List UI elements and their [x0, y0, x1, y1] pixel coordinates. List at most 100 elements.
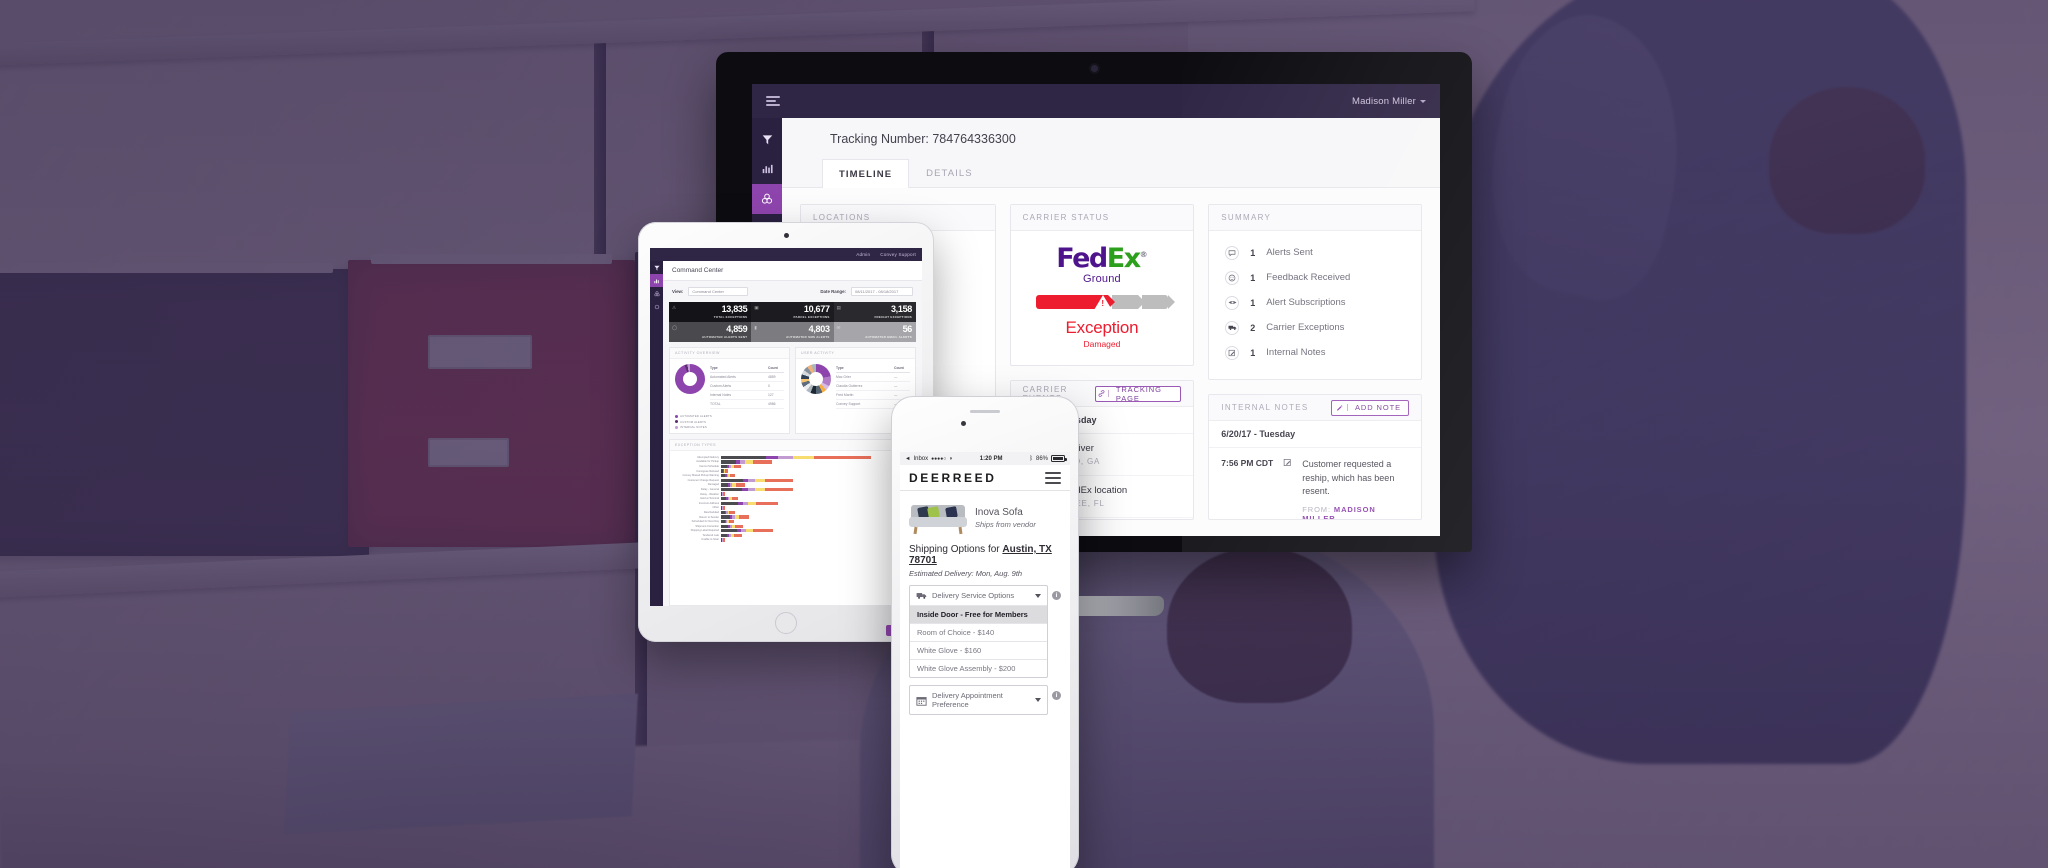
tablet-admin-menu[interactable]: Admin — [856, 252, 870, 257]
exception-bar-label: Available for Pickup — [696, 460, 719, 464]
kpi-label: FREIGHT EXCEPTIONS — [874, 315, 912, 319]
kpi-tile: ◯ 4,859 AUTOMATED ALERTS SENT — [669, 322, 752, 342]
view-value: Command Center — [692, 289, 724, 294]
activity-row: Automated Alerts 4859 — [710, 373, 784, 382]
date-range-input[interactable]: 08/11/2017 - 08/18/2017 — [851, 287, 913, 296]
exception-bar-label: Incorrect Address — [698, 501, 719, 505]
summary-row: 1 Alert Subscriptions — [1223, 290, 1407, 315]
view-select[interactable]: Command Center — [688, 287, 749, 296]
tablet-home-button[interactable] — [775, 612, 797, 634]
chevron-down-icon — [1035, 698, 1041, 702]
fedex-logo: FedEx® — [1056, 245, 1147, 272]
carrier-status-title: CARRIER STATUS — [1022, 213, 1110, 222]
phone-speaker — [970, 410, 1000, 413]
tablet-topbar: Admin Convey Support — [650, 248, 922, 261]
summary-count: 1 — [1250, 247, 1256, 258]
tab-timeline[interactable]: TIMELINE — [822, 159, 910, 188]
calendar-icon — [916, 696, 927, 706]
service-option[interactable]: White Glove Assembly - $200 — [910, 659, 1047, 677]
summary-count: 1 — [1250, 297, 1256, 308]
fedex-ex-text: Ex — [1106, 243, 1141, 274]
sidebar-item-shipments[interactable] — [752, 184, 782, 214]
status-time: 1:20 PM — [979, 455, 1003, 462]
exception-bars: Attempted Delivery3,148Available for Pic… — [670, 451, 915, 546]
exception-bar-track — [721, 496, 902, 501]
summary-count: 1 — [1250, 347, 1256, 358]
registered-mark: ® — [1139, 250, 1148, 259]
link-icon — [1096, 390, 1109, 397]
back-to-inbox[interactable]: ◄ — [905, 456, 910, 462]
exception-bar-segment — [733, 464, 742, 469]
add-note-button[interactable]: ADD NOTE — [1331, 399, 1409, 416]
user-menu[interactable]: Madison Miller — [1352, 96, 1426, 107]
carrier-status-label: Exception — [1065, 318, 1139, 337]
service-option[interactable]: White Glove - $160 — [910, 641, 1047, 659]
exception-bar-segment — [813, 455, 871, 459]
sidebar-item-filter[interactable] — [752, 124, 782, 154]
chevron-down-icon — [1420, 99, 1426, 103]
service-option[interactable]: Inside Door - Free for Members — [910, 605, 1047, 623]
date-range-value: 08/11/2017 - 08/18/2017 — [855, 289, 899, 294]
summary-label: Feedback Received — [1266, 272, 1351, 283]
tablet-sidebar-settings[interactable] — [650, 300, 663, 313]
exception-bar-segment — [748, 478, 756, 482]
exception-bar-label: Return to Sender — [699, 515, 719, 519]
summary-count: 1 — [1250, 272, 1256, 283]
kpi-tile: ✉ 56 AUTOMATED EMAIL ALERTS — [833, 322, 916, 342]
exception-bar-track — [721, 506, 903, 510]
tab-details[interactable]: DETAILS — [909, 158, 990, 187]
service-option[interactable]: Room of Choice - $140 — [910, 623, 1047, 641]
exception-bar-label: Shipment Correction — [695, 524, 719, 528]
exception-bar-label: Rescheduled — [703, 510, 719, 514]
phone-status-bar: ◄ Inbox ●●●●○ ◗ 1:20 PM ᛒ 86% — [900, 452, 1070, 465]
delivery-service-select[interactable]: Delivery Service Options Inside Door - F… — [909, 585, 1048, 678]
activity-table: Type Count Automated Alerts 4859 Custom Al… — [710, 364, 784, 409]
exception-bar-track — [721, 510, 902, 515]
activity-legend: AUTOMATED ALERTS CUSTOM ALERTS INTERNAL … — [670, 414, 789, 433]
exception-bar-segment — [729, 510, 735, 515]
exception-bar-label: Customer Change Request — [687, 478, 719, 482]
sms-icon: ▮ — [754, 325, 757, 330]
view-label: View: — [672, 289, 684, 294]
activity-overview-card: ACTIVITY OVERVIEW Type Count Automated Al… — [669, 347, 790, 434]
phone-device: ◄ Inbox ●●●●○ ◗ 1:20 PM ᛒ 86% DEERREED I… — [891, 396, 1079, 868]
kpi-tile: ▤ 3,158 FREIGHT EXCEPTIONS — [833, 302, 916, 322]
truck-icon: ▤ — [836, 305, 841, 310]
activity-col-type: Type — [710, 366, 718, 370]
hamburger-icon[interactable] — [1045, 471, 1061, 484]
exception-bar-label: Shipping Label Required — [690, 529, 719, 533]
product-summary: Inova Sofa Ships from vendor — [900, 491, 1070, 540]
summary-label: Internal Notes — [1266, 347, 1326, 358]
exception-bar-segment — [765, 478, 793, 482]
sofa-illustration — [909, 501, 967, 535]
exception-bar-label: Unable to Scan — [701, 538, 719, 542]
exception-bar-segment — [721, 529, 737, 533]
note-edit-icon — [1283, 458, 1292, 519]
kpi-label: AUTOMATED ALERTS SENT — [702, 335, 748, 339]
sidebar-item-analytics[interactable] — [752, 154, 782, 184]
exception-bar-label: Damaged — [707, 483, 719, 487]
exception-bar-segment — [721, 455, 766, 459]
estimated-delivery: Estimated Delivery: Mon, Aug. 9th — [909, 569, 1023, 578]
delivery-appointment-select[interactable]: Delivery Appointment Preference — [909, 685, 1048, 715]
tablet-support-menu[interactable]: Convey Support — [880, 252, 916, 257]
exception-bar-segment — [734, 524, 744, 528]
exception-bar-segment — [721, 478, 743, 482]
signal-dots: ●●●●○ — [931, 455, 947, 462]
tablet-sidebar-shipments[interactable] — [650, 287, 663, 300]
tracking-page-button[interactable]: TRACKING PAGE — [1095, 385, 1182, 402]
tablet-sidebar-dashboard[interactable] — [650, 274, 663, 287]
info-icon[interactable]: i — [1052, 691, 1061, 700]
tablet-sidebar — [650, 261, 663, 606]
exception-bar-segment — [729, 473, 736, 478]
tablet-sidebar-filter[interactable] — [650, 261, 663, 274]
pencil-icon — [1332, 404, 1349, 411]
activity-overview-title: ACTIVITY OVERVIEW — [670, 348, 789, 359]
info-icon[interactable]: i — [1052, 591, 1061, 600]
exception-bar-segment — [755, 478, 766, 482]
kpi-tile: ⚠ 13,835 TOTAL EXCEPTIONS — [669, 302, 752, 322]
kpi-label: TOTAL EXCEPTIONS — [713, 315, 748, 319]
carrier-status-card: CARRIER STATUS FedEx® Ground ! Exception… — [1009, 204, 1195, 366]
exception-bar-segment — [721, 501, 739, 505]
hamburger-icon[interactable] — [766, 96, 780, 106]
